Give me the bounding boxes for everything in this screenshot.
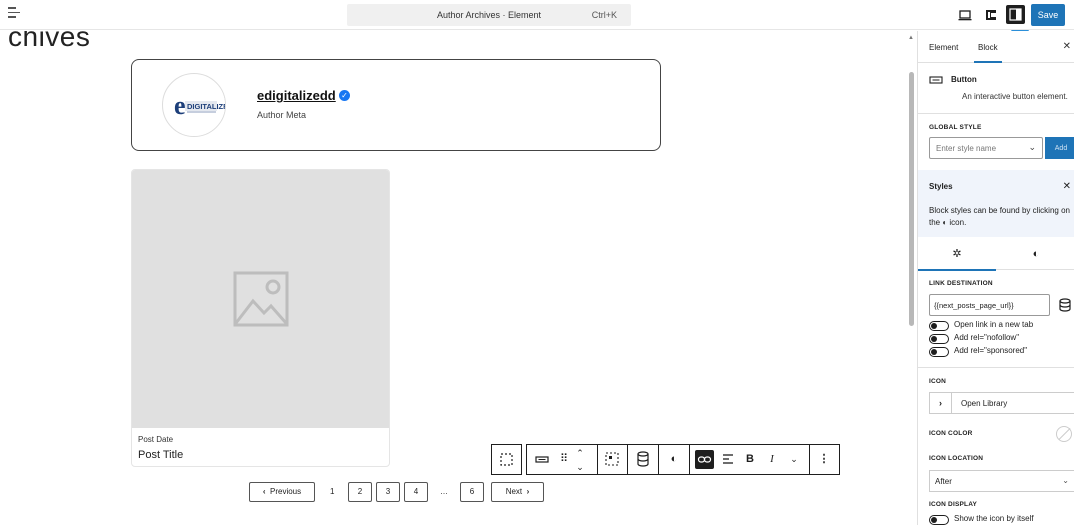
page-title: chives [8, 31, 91, 52]
settings-panel-icon[interactable] [1006, 5, 1025, 24]
link-icon[interactable] [695, 450, 714, 469]
settings-sidebar: Element Block ✕ Button An interactive bu… [917, 31, 1074, 525]
document-title: Author Archives · Element [436, 10, 542, 20]
previous-label: Previous [270, 487, 302, 496]
button-block-icon[interactable] [531, 445, 553, 474]
icon-location-label: ICON LOCATION [929, 455, 984, 462]
command-bar[interactable]: Author Archives · Element Ctrl+K [347, 4, 631, 26]
dynamic-data-icon[interactable] [1058, 298, 1072, 312]
page-number-button[interactable]: 3 [376, 482, 400, 502]
page-number-button[interactable]: 4 [404, 482, 428, 502]
chevron-left-icon: ‹ [262, 487, 266, 496]
select-parent-button[interactable] [491, 444, 522, 475]
sidebar-tabs: Element Block ✕ [918, 31, 1074, 63]
icon-display-label: ICON DISPLAY [929, 501, 978, 508]
page-number-button[interactable]: 2 [348, 482, 372, 502]
styles-notice: Styles ✕ Block styles can be found by cl… [918, 170, 1074, 237]
global-style-label: GLOBAL STYLE [929, 124, 982, 131]
block-name: Button [951, 75, 977, 84]
next-label: Next [505, 487, 523, 496]
select-child-icon[interactable] [601, 445, 623, 474]
styles-title: Styles [929, 182, 953, 191]
post-title: Post Title [138, 449, 184, 461]
menu-icon[interactable] [8, 7, 22, 21]
icon-location-value: After [935, 477, 952, 486]
desktop-preview-icon[interactable] [957, 7, 973, 23]
more-formatting-chevron-down-icon[interactable]: ⌄ [783, 445, 805, 474]
pagination: ‹ Previous 1 2 3 4 … 6 Next › [0, 482, 910, 504]
scroll-up-icon[interactable]: ▲ [908, 35, 914, 41]
post-card[interactable]: Post Date Post Title [131, 169, 390, 467]
block-tools-group: ⠿ ⌃ ⌄ ◐ B I ⌄ ⋮ [526, 444, 840, 475]
chevron-down-icon: ⌄ [1028, 142, 1036, 152]
command-shortcut: Ctrl+K [591, 10, 617, 20]
link-destination-label: LINK DESTINATION [929, 280, 993, 287]
open-library-label: Open Library [961, 399, 1008, 408]
italic-icon[interactable]: I [761, 445, 783, 474]
toggle-switch[interactable] [929, 347, 949, 357]
edigitalized-logo-icon: e DIGITALIZED [164, 75, 226, 136]
block-description: An interactive button element. [962, 92, 1068, 101]
previous-page-button[interactable]: ‹ Previous [249, 482, 315, 502]
post-image-placeholder [132, 170, 389, 428]
logo-text: DIGITALIZED [187, 102, 226, 111]
global-style-placeholder: Enter style name [936, 144, 997, 153]
styles-contrast-icon[interactable]: ◐ [663, 445, 685, 474]
image-placeholder-icon [233, 271, 289, 327]
tab-block[interactable]: Block [974, 43, 1002, 63]
bold-icon[interactable]: B [739, 445, 761, 474]
toggle-switch[interactable] [929, 321, 949, 331]
save-button[interactable]: Save [1031, 4, 1065, 26]
button-block-icon [929, 76, 943, 84]
toggle-label: Open link in a new tab [954, 320, 1034, 329]
page-number-button[interactable]: 6 [460, 482, 484, 502]
link-destination-input[interactable]: {{next_posts_page_url}} [929, 294, 1050, 316]
icon-location-select[interactable]: After ⌄ [929, 470, 1074, 492]
add-global-style-button[interactable]: Add [1045, 137, 1074, 159]
toggle-label: Show the icon by itself [954, 514, 1034, 523]
global-style-select[interactable]: Enter style name ⌄ [929, 137, 1043, 159]
open-library-button[interactable]: › Open Library [929, 392, 1074, 414]
icon-color-label: ICON COLOR [929, 430, 973, 437]
top-bar: Author Archives · Element Ctrl+K Save [0, 0, 1074, 30]
toggle-label: Add rel="sponsored" [954, 346, 1028, 355]
page-number-current: 1 [330, 487, 335, 496]
tab-settings-gear-icon[interactable]: ✲ [918, 238, 996, 271]
svg-text:e: e [174, 91, 186, 120]
verified-badge-icon: ✓ [339, 90, 350, 101]
author-card[interactable]: e DIGITALIZED edigitalizedd ✓ Author Met… [131, 59, 661, 151]
tab-styles-contrast-icon[interactable]: ◐ [997, 238, 1074, 270]
close-sidebar-icon[interactable]: ✕ [1063, 41, 1071, 52]
post-date: Post Date [138, 435, 174, 444]
parent-block-icon [500, 453, 513, 466]
author-avatar: e DIGITALIZED [162, 73, 226, 137]
toggle-label: Add rel="nofollow" [954, 333, 1020, 342]
scroll-thumb[interactable] [909, 72, 914, 326]
chevron-down-icon: ⌄ [1062, 476, 1069, 485]
icon-label: ICON [929, 378, 947, 385]
panel-tabs: ✲ ◐ [918, 238, 1074, 271]
toggle-switch[interactable] [929, 334, 949, 344]
icon-color-swatch[interactable] [1056, 426, 1072, 442]
dynamic-data-icon[interactable] [632, 445, 654, 474]
editor-canvas: chives e DIGITALIZED edigitalizedd ✓ Aut… [0, 31, 910, 525]
author-meta: Author Meta [257, 110, 307, 120]
canvas-scrollbar[interactable]: ▲ [907, 31, 916, 525]
author-name[interactable]: edigitalizedd [257, 88, 336, 103]
chevron-right-icon: › [930, 393, 952, 413]
align-left-icon[interactable] [717, 445, 739, 474]
tab-element[interactable]: Element [929, 43, 958, 52]
toggle-switch[interactable] [929, 515, 949, 525]
more-options-icon[interactable]: ⋮ [813, 445, 835, 474]
styles-text: Block styles can be found by clicking on… [929, 206, 1070, 227]
close-styles-notice-icon[interactable]: ✕ [1063, 181, 1071, 192]
move-up-down-icon[interactable]: ⌃ ⌄ [569, 445, 591, 474]
chevron-right-icon: › [526, 487, 530, 496]
next-page-button[interactable]: Next › [491, 482, 544, 502]
page-ellipsis: … [440, 487, 448, 496]
generateblocks-icon[interactable] [983, 7, 999, 23]
